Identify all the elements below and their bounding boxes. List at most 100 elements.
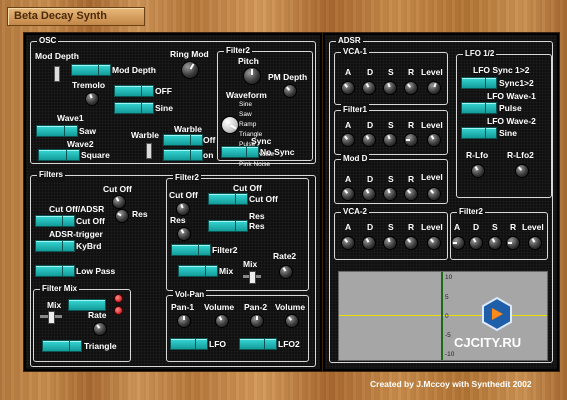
rate2-knob[interactable] (279, 265, 293, 279)
vca2-level-knob[interactable] (427, 236, 441, 250)
rlfo-knob[interactable] (471, 164, 485, 178)
filter2-mix-fader[interactable] (243, 271, 261, 284)
watermark-text: CJCITY.RU (454, 335, 522, 350)
vca1-title: VCA-1 (341, 46, 370, 58)
filter-mix-group: Filter Mix Mix Rate Triangle (33, 283, 131, 362)
filter1-s-knob[interactable] (383, 133, 397, 147)
lfo-wave2-button[interactable] (461, 127, 497, 139)
vca2-level-label: Level (421, 222, 443, 232)
vca2-s-label: S (388, 222, 394, 232)
vca2-d-knob[interactable] (362, 236, 376, 250)
filter2-cutoff-label: Cut Off (169, 190, 198, 200)
filter-mix-mix-label: Mix (47, 300, 62, 310)
warble-off-label: Off (203, 135, 216, 145)
modd-s-knob[interactable] (383, 187, 397, 201)
lfo2-button[interactable] (239, 338, 277, 350)
ring-mod-label: Ring Mod (170, 49, 209, 59)
volume1-knob[interactable] (215, 314, 229, 328)
vca1-d-knob[interactable] (362, 81, 376, 95)
filter-led-1 (114, 294, 123, 303)
pan2-knob[interactable] (250, 314, 264, 328)
warble-on-button[interactable] (163, 149, 203, 161)
wave2-button[interactable] (38, 149, 80, 161)
waveform-option[interactable]: Sine (239, 100, 274, 110)
lfo-title: LFO 1/2 (463, 48, 497, 60)
warble-off-button[interactable] (163, 134, 203, 146)
waveform-option[interactable]: Saw (239, 110, 274, 120)
modd-a-label: A (345, 174, 352, 184)
tremolo-button[interactable] (114, 85, 154, 97)
filter2-res-button[interactable] (208, 220, 248, 232)
vca2-r-knob[interactable] (404, 236, 418, 250)
mod-depth-button[interactable] (71, 64, 111, 76)
warble-slider[interactable] (146, 143, 152, 159)
volume2-knob[interactable] (285, 314, 299, 328)
vca1-group: VCA-1 A D S R Level (334, 46, 448, 105)
wave1-value: Saw (79, 126, 97, 136)
filter2-res-knob[interactable] (177, 227, 191, 241)
f2-r-knob[interactable] (506, 236, 520, 250)
tremolo-label: Tremolo (72, 80, 106, 90)
f2-a-knob[interactable] (451, 236, 465, 250)
vca2-a-knob[interactable] (341, 236, 355, 250)
rate-knob[interactable] (93, 322, 107, 336)
waveform-option[interactable]: Ramp (239, 120, 274, 130)
osc-title: OSC (37, 35, 59, 47)
filter1-d-knob[interactable] (362, 133, 376, 147)
vca2-a-label: A (345, 222, 352, 232)
filter-led-2 (114, 306, 123, 315)
app-title-plate: Beta Decay Synth (7, 7, 145, 26)
filter2-cutoff-knob[interactable] (176, 202, 190, 216)
filters-group: Filters Cut Off Cut Off/ADSR Cut Off Res… (30, 169, 316, 367)
lowpass-button[interactable] (35, 265, 75, 277)
filter2-mix-button[interactable] (178, 265, 218, 277)
filter2-cutoff-button[interactable] (208, 193, 248, 205)
volpan-group: Vol-Pan Pan-1 Volume Pan-2 Volume LFO LF… (166, 289, 309, 362)
f2-d-label: D (473, 222, 480, 232)
sync-value: No-Sync (260, 147, 295, 157)
scope-tick-m10: -10 (445, 351, 455, 358)
ring-mod-knob[interactable] (181, 61, 199, 79)
filter2-title: Filter2 (173, 172, 202, 184)
waveform-option[interactable]: Pink Noise (239, 160, 274, 170)
lfo-button[interactable] (170, 338, 208, 350)
lfo-sync-button[interactable] (461, 77, 497, 89)
rlfo2-knob[interactable] (515, 164, 529, 178)
vca1-level-knob[interactable] (427, 81, 441, 95)
waveform-knob[interactable] (221, 116, 239, 134)
osc-group: OSC Mod Depth Mod Depth Ring Mod Tremolo… (30, 35, 316, 168)
sync-button[interactable] (221, 146, 259, 158)
filter2-value: Filter2 (212, 245, 238, 255)
filter1-level-knob[interactable] (427, 133, 441, 147)
pitch-knob[interactable] (243, 67, 261, 85)
vca2-r-label: R (408, 222, 415, 232)
filters-cutoff-knob[interactable] (112, 195, 126, 209)
sine-value: Sine (155, 103, 173, 113)
f2-d-knob[interactable] (469, 236, 483, 250)
vca2-s-knob[interactable] (383, 236, 397, 250)
vca1-s-knob[interactable] (383, 81, 397, 95)
modd-a-knob[interactable] (341, 187, 355, 201)
modd-d-knob[interactable] (362, 187, 376, 201)
mod-depth-slider[interactable] (54, 66, 60, 82)
filter1-a-knob[interactable] (341, 133, 355, 147)
cutoff-adsr-button[interactable] (35, 215, 75, 227)
kybrd-button[interactable] (35, 240, 75, 252)
pm-depth-knob[interactable] (283, 84, 297, 98)
tremolo-knob[interactable] (85, 92, 99, 106)
triangle-button[interactable] (42, 340, 82, 352)
f2-level-knob[interactable] (528, 236, 542, 250)
modd-level-knob[interactable] (427, 187, 441, 201)
filter1-r-knob[interactable] (404, 133, 418, 147)
vca1-r-knob[interactable] (404, 81, 418, 95)
sine-button[interactable] (114, 102, 154, 114)
vca1-a-knob[interactable] (341, 81, 355, 95)
f2-s-knob[interactable] (488, 236, 502, 250)
wave1-button[interactable] (36, 125, 78, 137)
filter2-button[interactable] (171, 244, 211, 256)
filters-res-knob[interactable] (115, 209, 129, 223)
pan1-knob[interactable] (177, 314, 191, 328)
modd-r-knob[interactable] (404, 187, 418, 201)
lfo-wave1-button[interactable] (461, 102, 497, 114)
filter-mix-fader[interactable] (40, 311, 62, 324)
